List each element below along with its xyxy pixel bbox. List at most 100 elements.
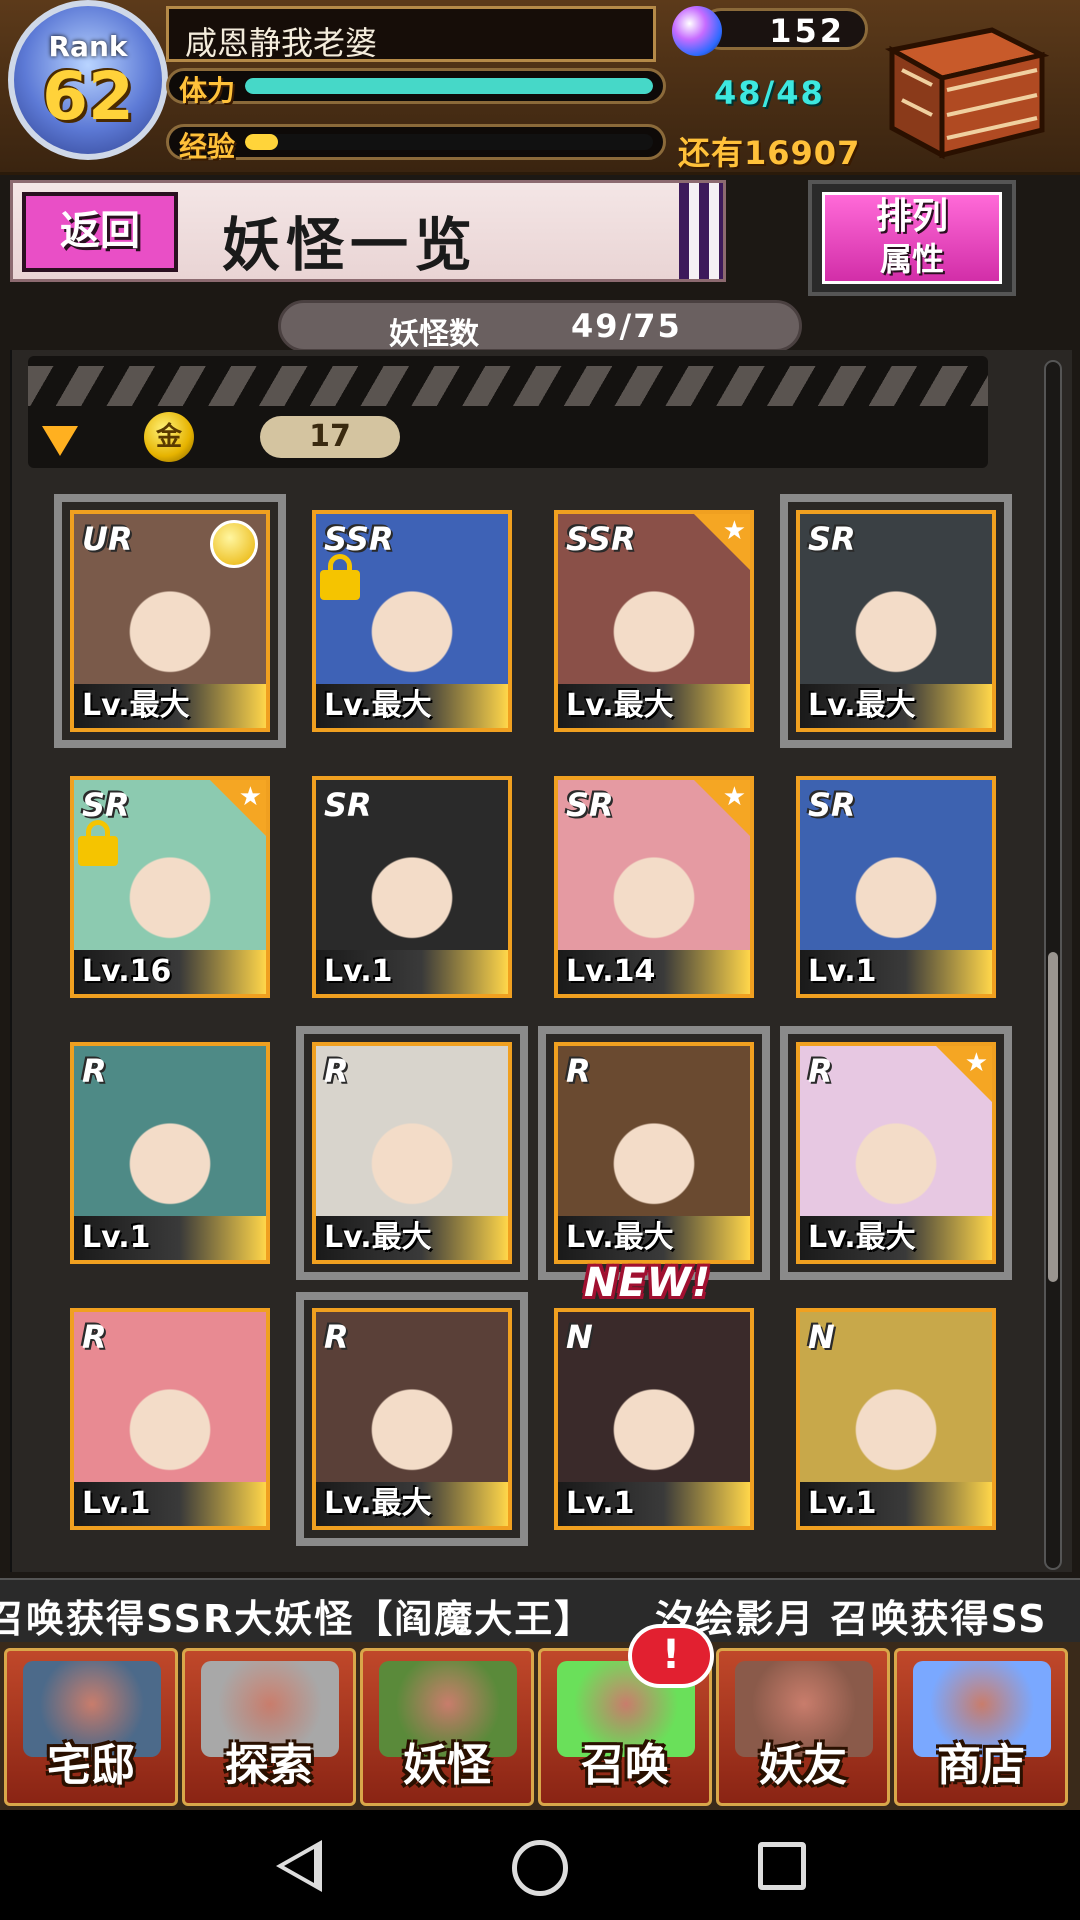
nav-label: 召唤 — [581, 1740, 669, 1791]
yokai-card[interactable]: R Lv.最大 — [296, 1292, 528, 1546]
rarity-badge: R — [324, 1052, 349, 1090]
rank-value: 62 — [42, 58, 134, 135]
yokai-card[interactable]: R Lv.1 — [70, 1308, 270, 1530]
yokai-card[interactable]: SR Lv.1 — [796, 776, 996, 998]
rarity-badge: SSR — [566, 520, 636, 558]
page-title: 妖怪一览 — [222, 211, 479, 279]
player-name: 咸恩静我老婆 — [185, 24, 378, 62]
gem-orb-icon — [672, 6, 722, 56]
scrollbar[interactable] — [1044, 360, 1062, 1570]
rarity-badge: SR — [566, 786, 614, 824]
rarity-badge: SSR — [324, 520, 394, 558]
level-label: Lv.1 — [74, 1482, 266, 1526]
nav-label: 商店 — [937, 1740, 1025, 1791]
yokai-count-pill: 妖怪数 49/75 — [278, 300, 802, 352]
yokai-card[interactable]: SR Lv.最大 — [780, 494, 1012, 748]
nav-crystal-orb[interactable]: 商店 — [894, 1648, 1068, 1806]
yokai-card[interactable]: SSR Lv.最大 — [312, 510, 512, 732]
level-label: Lv.最大 — [316, 1482, 508, 1526]
ticker-text: 召唤获得SSR大妖怪【阎魔大王】 汐绘影月 召唤获得SS — [0, 1597, 1048, 1641]
nav-label: 宅邸 — [47, 1740, 135, 1791]
nav-label: 妖怪 — [403, 1740, 491, 1791]
dropdown-arrow-icon[interactable] — [42, 426, 78, 456]
level-label: Lv.14 — [558, 950, 750, 994]
star-icon: ★ — [964, 1048, 988, 1078]
rarity-badge: R — [82, 1052, 107, 1090]
yokai-count-value: 49/75 — [571, 307, 682, 345]
rarity-badge: SR — [808, 520, 856, 558]
rarity-badge: R — [324, 1318, 349, 1356]
exp-fill — [245, 134, 278, 150]
rarity-badge: N — [566, 1318, 593, 1356]
sort-mode: 属性 — [879, 240, 944, 278]
yokai-card[interactable]: R Lv.1 — [70, 1042, 270, 1264]
yokai-card[interactable]: ★ R Lv.最大 — [780, 1026, 1012, 1280]
player-header: Rank 62 咸恩静我老婆 体力 经验 152 48/48 还有16907 — [0, 0, 1080, 175]
star-icon: ★ — [722, 516, 746, 546]
gem-count: 152 — [769, 12, 845, 50]
rarity-badge: R — [808, 1052, 833, 1090]
stamina-bar: 体力 — [166, 68, 666, 107]
nav-label: 妖友 — [759, 1740, 847, 1791]
attribute-filter-strip[interactable]: 金 17 — [28, 356, 988, 468]
level-label: Lv.最大 — [558, 1216, 750, 1260]
level-label: Lv.1 — [558, 1482, 750, 1526]
summon-alert-badge: ! — [628, 1624, 714, 1688]
rarity-badge: SR — [808, 786, 856, 824]
scrollbar-thumb[interactable] — [1048, 952, 1058, 1282]
level-label: Lv.最大 — [800, 1216, 992, 1260]
exp-remaining: 还有16907 — [678, 134, 861, 172]
gold-medal-icon — [210, 520, 258, 568]
level-label: Lv.1 — [800, 1482, 992, 1526]
stamina-label: 体力 — [179, 74, 236, 107]
rarity-badge: N — [808, 1318, 835, 1356]
yokai-card[interactable]: R Lv.最大 — [296, 1026, 528, 1280]
nav-magnifier[interactable]: 探索 — [182, 1648, 356, 1806]
stamina-fill — [245, 78, 653, 94]
level-label: Lv.最大 — [316, 1216, 508, 1260]
news-ticker: 召唤获得SSR大妖怪【阎魔大王】 汐绘影月 召唤获得SS — [0, 1578, 1080, 1644]
lock-icon — [320, 570, 360, 600]
sort-label: 排列 — [875, 196, 948, 237]
yokai-card[interactable]: ★ SR Lv.16 — [70, 776, 270, 998]
back-button[interactable]: 返回 — [22, 192, 178, 272]
yokai-card[interactable]: ★ SSR Lv.最大 — [554, 510, 754, 732]
yokai-card[interactable]: ★ SR Lv.14 — [554, 776, 754, 998]
system-home-icon[interactable] — [512, 1840, 568, 1896]
rarity-badge: R — [566, 1052, 591, 1090]
system-recents-icon[interactable] — [758, 1842, 806, 1890]
yokai-card[interactable]: N Lv.1 — [796, 1308, 996, 1530]
nav-scroll[interactable]: 妖怪 — [360, 1648, 534, 1806]
new-badge: NEW! — [584, 1260, 712, 1306]
yokai-card[interactable]: N Lv.1 — [554, 1308, 754, 1530]
sort-button[interactable]: 排列 属性 — [808, 180, 1016, 296]
nav-label: 探索 — [225, 1740, 313, 1791]
yokai-count-label: 妖怪数 — [389, 317, 479, 352]
stamina-value: 48/48 — [714, 74, 825, 112]
level-label: Lv.1 — [316, 950, 508, 994]
nav-catgirl-friend[interactable]: 妖友 — [716, 1648, 890, 1806]
level-label: Lv.最大 — [800, 684, 992, 728]
yokai-grid-panel: 金 17 UR Lv.最大 SSR Lv.最大 ★ SSR Lv.最大 SR Lv.最大 ★ SR L… — [10, 350, 1072, 1572]
yokai-card[interactable]: UR Lv.最大 — [54, 494, 286, 748]
level-label: Lv.16 — [74, 950, 266, 994]
rarity-badge: R — [82, 1318, 107, 1356]
bottom-nav: 宅邸 探索 妖怪 召唤 妖友 商店 — [0, 1642, 1080, 1810]
rank-badge[interactable]: Rank 62 — [8, 0, 168, 160]
level-label: Lv.1 — [74, 1216, 266, 1260]
level-label: Lv.1 — [800, 950, 992, 994]
level-label: Lv.最大 — [316, 684, 508, 728]
nav-mansion[interactable]: 宅邸 — [4, 1648, 178, 1806]
star-icon: ★ — [722, 782, 746, 812]
yokai-card[interactable]: SR Lv.1 — [312, 776, 512, 998]
gold-attribute-icon: 金 — [144, 412, 194, 462]
level-label: Lv.最大 — [558, 684, 750, 728]
rarity-badge: SR — [324, 786, 372, 824]
lock-icon — [78, 836, 118, 866]
gem-counter[interactable]: 152 — [700, 8, 868, 50]
yokai-card[interactable]: R Lv.最大 — [538, 1026, 770, 1280]
filter-count: 17 — [260, 416, 400, 458]
player-name-box: 咸恩静我老婆 — [166, 6, 656, 62]
treasure-chest-icon[interactable] — [872, 10, 1052, 160]
rarity-badge: SR — [82, 786, 130, 824]
